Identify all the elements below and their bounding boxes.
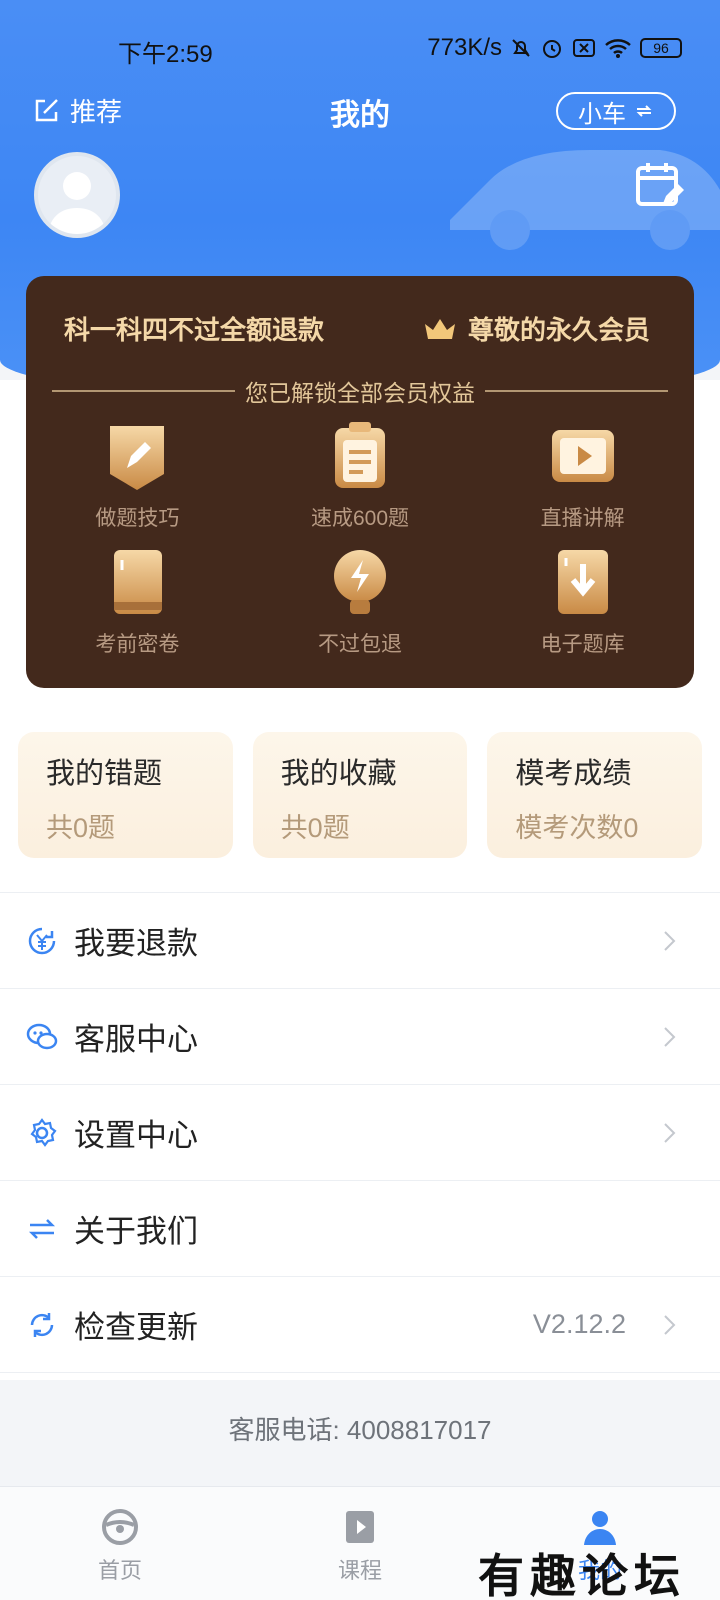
tab-home[interactable]: 首页	[0, 1487, 240, 1600]
benefit-item[interactable]: 考前密卷	[26, 546, 249, 658]
stat-cards: 我的错题 共0题 我的收藏 共0题 模考成绩 模考次数0	[18, 732, 703, 858]
wifi-icon	[605, 39, 631, 58]
tab-label: 课程	[337, 1558, 382, 1583]
vip-benefits: 做题技巧 速成600题 直播讲解 考前密卷 不过包退 电子题库	[26, 420, 694, 658]
benefit-item[interactable]: 不过包退	[249, 546, 472, 658]
benefit-item[interactable]: 直播讲解	[471, 420, 694, 532]
switch-icon	[636, 105, 652, 117]
tab-label: 首页	[97, 1558, 142, 1583]
menu-label: 设置中心	[74, 1118, 198, 1153]
menu-label: 我要退款	[74, 926, 198, 961]
sim-off-icon	[573, 39, 595, 57]
vip-divider-text: 您已解锁全部会员权益	[245, 380, 475, 406]
settings-menu: 我要退款 客服中心 设置中心 关于我们 检查更新 V2.12.2	[0, 892, 720, 1373]
vip-refund-text: 科一科四不过全额退款	[64, 315, 325, 345]
chevron-right-icon	[664, 1122, 676, 1143]
status-bar: 下午2:59 773K/s 96	[0, 34, 720, 68]
car-type-label: 小车	[578, 100, 626, 128]
watermark: 有趣论坛	[478, 1549, 686, 1600]
checkin-calendar-button[interactable]	[634, 160, 686, 212]
menu-item-refund[interactable]: 我要退款	[0, 893, 720, 989]
clipboard-icon	[334, 422, 385, 488]
menu-item-settings[interactable]: 设置中心	[0, 1085, 720, 1181]
card-subtitle: 共0题	[46, 813, 116, 843]
mock-exam-card[interactable]: 模考成绩 模考次数0	[487, 732, 703, 858]
chevron-right-icon	[664, 930, 676, 951]
gear-icon	[30, 1117, 57, 1147]
vip-status-text: 尊敬的永久会员	[467, 315, 650, 345]
menu-label: 检查更新	[74, 1310, 198, 1345]
lightning-bulb-icon	[333, 550, 386, 614]
divider-line	[52, 390, 235, 392]
menu-item-about[interactable]: 关于我们	[0, 1181, 720, 1277]
video-book-icon	[346, 1511, 374, 1543]
benefit-label: 速成600题	[310, 507, 410, 530]
benefit-label: 电子题库	[540, 633, 625, 656]
card-subtitle: 模考次数0	[515, 813, 639, 843]
default-avatar-icon	[48, 172, 106, 234]
chat-icon	[26, 1023, 58, 1049]
benefit-item[interactable]: 速成600题	[249, 420, 472, 532]
benefit-item[interactable]: 做题技巧	[26, 420, 249, 532]
favorites-card[interactable]: 我的收藏 共0题	[252, 732, 468, 858]
benefit-label: 不过包退	[317, 633, 402, 656]
car-type-switch[interactable]: 小车	[556, 92, 676, 130]
battery-icon: 96	[640, 38, 682, 58]
card-title: 模考成绩	[515, 758, 632, 790]
refund-icon	[28, 927, 56, 954]
menu-item-check-update[interactable]: 检查更新 V2.12.2	[0, 1277, 720, 1373]
chevron-right-icon	[664, 1026, 676, 1047]
benefit-label: 做题技巧	[95, 507, 180, 530]
customer-hotline[interactable]: 客服电话: 4008817017	[0, 1410, 720, 1447]
book-icon	[114, 550, 163, 614]
card-subtitle: 共0题	[280, 813, 350, 843]
steering-wheel-icon	[102, 1509, 138, 1545]
status-right: 773K/s 96	[427, 34, 682, 62]
vip-card[interactable]: 科一科四不过全额退款 尊敬的永久会员 您已解锁全部会员权益 做题技巧 速成600…	[26, 276, 694, 688]
pencil-badge-icon	[110, 426, 165, 490]
benefit-label: 考前密卷	[95, 633, 180, 656]
net-speed: 773K/s	[427, 34, 502, 61]
vip-status: 尊敬的永久会员	[422, 310, 650, 347]
crown-icon	[424, 318, 455, 339]
alarm-icon	[543, 40, 561, 58]
chevron-right-icon	[664, 1314, 676, 1335]
download-book-icon	[557, 550, 608, 614]
menu-label: 客服中心	[74, 1022, 198, 1057]
swap-icon	[28, 1218, 56, 1239]
mute-bell-icon	[512, 39, 530, 57]
status-time: 下午2:59	[118, 41, 213, 68]
wrong-questions-card[interactable]: 我的错题 共0题	[18, 732, 233, 858]
menu-item-customer-service[interactable]: 客服中心	[0, 989, 720, 1085]
play-icon	[551, 430, 614, 482]
avatar[interactable]	[34, 152, 120, 238]
divider-line	[485, 390, 668, 392]
card-title: 我的错题	[46, 758, 163, 790]
calendar-edit-icon	[636, 163, 684, 206]
card-title: 我的收藏	[280, 758, 397, 790]
vip-divider: 您已解锁全部会员权益	[52, 376, 668, 406]
menu-label: 关于我们	[74, 1214, 198, 1249]
refresh-icon	[30, 1312, 54, 1337]
version-value: V2.12.2	[532, 1309, 626, 1339]
benefit-label: 直播讲解	[540, 507, 625, 530]
top-bar: 推荐 我的 小车	[0, 88, 720, 132]
tab-course[interactable]: 课程	[240, 1487, 480, 1600]
benefit-item[interactable]: 电子题库	[471, 546, 694, 658]
